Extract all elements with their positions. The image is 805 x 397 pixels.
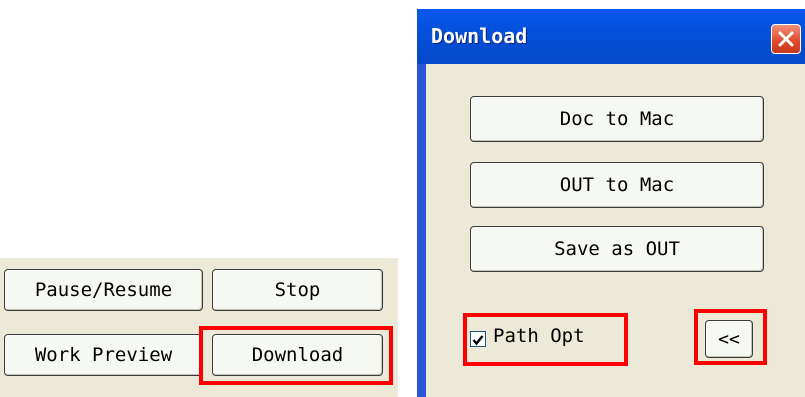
dialog-title: Download [431, 24, 528, 48]
checkmark-icon [472, 335, 484, 346]
download-button[interactable]: Download [212, 334, 383, 376]
doc-to-mac-button[interactable]: Doc to Mac [470, 96, 764, 142]
download-dialog: Download Doc to Mac OUT to Mac Save as O… [417, 9, 805, 397]
save-as-out-button[interactable]: Save as OUT [470, 226, 764, 272]
close-button[interactable] [771, 24, 801, 54]
close-icon [778, 31, 794, 47]
work-preview-button[interactable]: Work Preview [4, 334, 203, 376]
pause-resume-button[interactable]: Pause/Resume [4, 269, 203, 311]
control-panel: Pause/Resume Stop Work Preview Download [0, 258, 398, 397]
out-to-mac-button[interactable]: OUT to Mac [470, 162, 764, 208]
path-opt-checkbox[interactable] [470, 331, 486, 347]
stop-button[interactable]: Stop [212, 269, 383, 311]
collapse-button[interactable]: << [705, 320, 753, 358]
dialog-titlebar[interactable]: Download [417, 9, 805, 64]
path-opt-label: Path Opt [493, 325, 585, 347]
